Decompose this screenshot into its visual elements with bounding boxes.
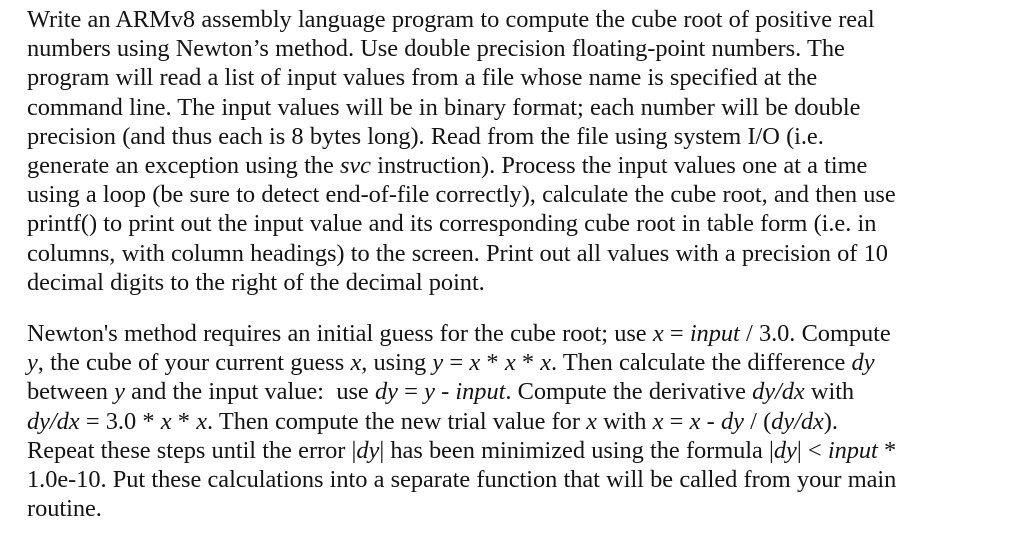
math-variable: dy [773,436,797,464]
text-run: * [171,407,197,435]
text-run: printf() to print out the input value an… [27,210,877,238]
text-run: routine. [27,495,102,523]
text-line: decimal digits to the right of the decim… [27,268,1002,297]
math-variable: y [27,349,38,377]
text-line: program will read a list of input values… [27,63,1002,92]
text-run: precision (and thus each is 8 bytes long… [27,122,824,150]
text-run: / 3.0. Compute [739,320,891,348]
text-run: Write an ARMv8 assembly language program… [27,6,875,33]
text-run: with [596,407,653,435]
math-variable: x [540,349,552,377]
math-variable: y [114,378,125,406]
text-run: * [515,349,541,377]
text-run: Repeat these steps until the error | [27,436,357,464]
text-run: , using [361,349,433,377]
text-run: ). [823,407,838,435]
text-run: = [663,407,690,435]
math-variable: x [586,407,597,435]
text-run: and the input value: use [124,378,375,406]
math-variable: x [504,349,516,377]
text-run: . Then calculate the difference [551,349,852,377]
text-run: | has been minimized using the formula | [379,436,774,464]
text-line: printf() to print out the input value an… [27,209,1002,238]
text-line: Write an ARMv8 assembly language program… [27,5,1002,34]
text-run: program will read a list of input values… [27,64,818,92]
text-run: with [804,378,855,406]
text-run: . Compute the derivative [505,378,753,406]
text-line: command line. The input values will be i… [27,93,1002,122]
text-run: * [877,436,897,464]
paragraph-assignment-description: Write an ARMv8 assembly language program… [27,5,1002,297]
text-line: precision (and thus each is 8 bytes long… [27,122,1002,151]
text-run: * [480,349,505,377]
text-run: columns, with column headings) to the sc… [27,239,888,267]
text-run: = [397,378,425,406]
paragraph-newton-method-description: Newton's method requires an initial gues… [27,319,1002,523]
text-run: using a loop (be sure to detect end-of-f… [27,181,896,209]
math-variable: dy [374,378,398,406]
text-line: routine. [27,494,1002,523]
text-line: 1.0e-10. Put these calculations into a s… [27,465,1002,494]
math-variable: dy [356,436,380,464]
math-variable: x [652,320,664,348]
text-run: , the cube of your current guess [37,349,351,377]
math-variable: x [160,407,172,435]
text-run: generate an exception using the [27,152,340,180]
math-variable: input [827,436,878,464]
text-line: generate an exception using the svc inst… [27,151,1002,180]
text-run: . Then compute the new trial value for [206,407,587,435]
math-variable: x [350,349,362,377]
math-variable: input [455,378,506,406]
text-run: command line. The input values will be i… [27,93,861,121]
text-line: between y and the input value: use dy = … [27,377,1002,406]
text-run: 1.0e-10. Put these calculations into a s… [27,466,897,494]
text-run: Newton's method requires an initial gues… [27,320,653,348]
text-line: columns, with column headings) to the sc… [27,239,1002,268]
text-run: / ( [743,407,772,435]
text-run: | < [796,436,828,464]
math-variable: y [432,349,444,377]
math-variable: x [196,407,207,435]
math-variable: y [424,378,435,406]
text-run: = 3.0 * [79,407,161,435]
math-variable: dy/dx [27,407,80,435]
math-variable: input [689,320,740,348]
math-variable: dy/dx [752,378,805,406]
text-run: numbers using Newton’s method. Use doubl… [27,35,845,63]
text-run: instruction). Process the input values o… [370,152,868,180]
math-variable: x [689,407,701,435]
text-run: = [443,349,470,377]
text-line: using a loop (be sure to detect end-of-f… [27,180,1002,209]
text-run: decimal digits to the right of the decim… [27,268,485,296]
math-variable: dy [720,407,744,435]
text-line: Repeat these steps until the error |dy| … [27,436,1002,465]
text-line: y, the cube of your current guess x, usi… [27,348,1002,377]
math-variable: x [469,349,481,377]
math-variable: dy/dx [771,407,824,435]
math-variable: x [652,407,664,435]
text-run: - [700,407,721,435]
text-run: between [27,378,115,406]
text-line: Newton's method requires an initial gues… [27,319,1002,348]
text-run: - [434,378,456,406]
text-line: dy/dx = 3.0 * x * x. Then compute the ne… [27,407,1002,436]
math-variable: svc [339,152,371,180]
text-run: = [663,320,690,348]
text-line: numbers using Newton’s method. Use doubl… [27,34,1002,63]
math-variable: dy [851,349,875,377]
document-page: Write an ARMv8 assembly language program… [0,0,1024,550]
